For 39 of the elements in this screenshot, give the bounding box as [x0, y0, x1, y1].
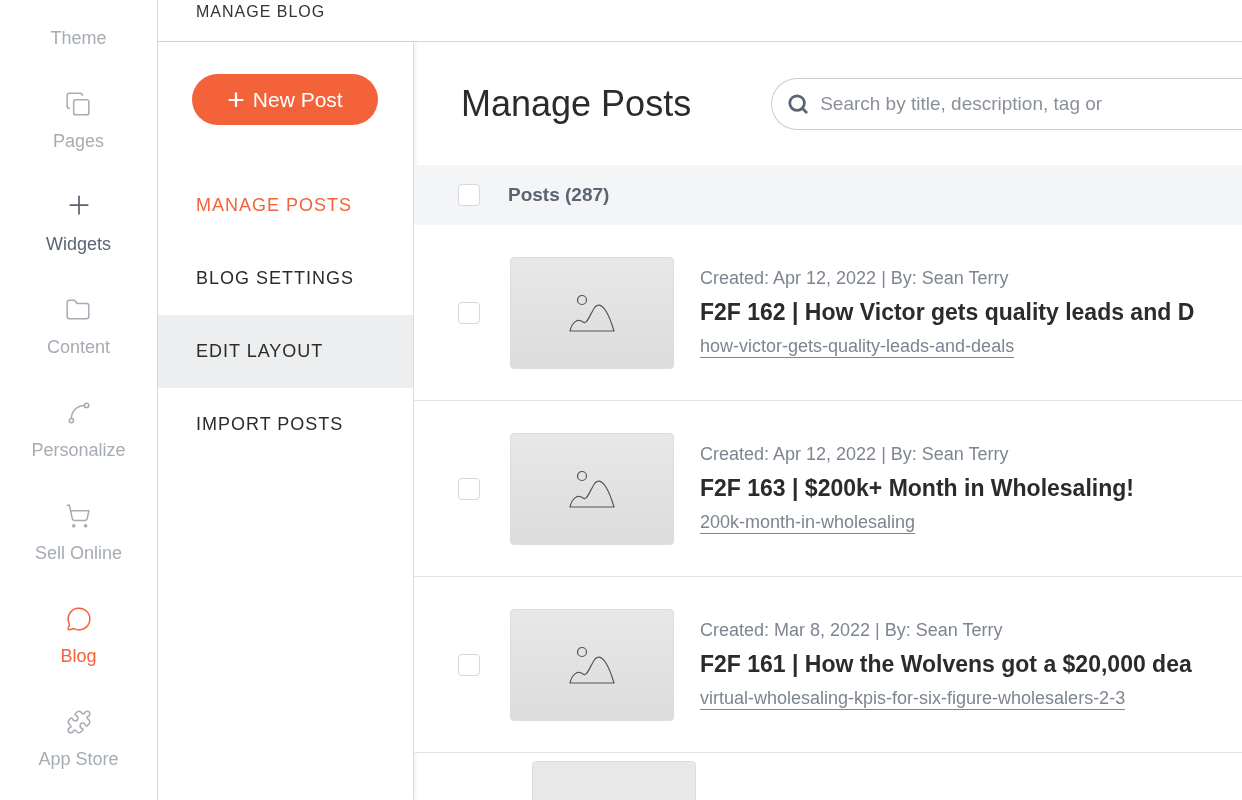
pages-icon[interactable] [65, 91, 92, 117]
search-icon [787, 92, 810, 115]
post-title[interactable]: F2F 162 | How Victor gets quality leads and D [700, 298, 1195, 326]
page-title: Manage Posts [461, 82, 692, 125]
rail-label[interactable]: Sell Online [34, 543, 122, 563]
new-post-button[interactable]: + New Post [192, 74, 378, 125]
rail-label[interactable]: Content [46, 337, 110, 357]
rail-label[interactable]: Widgets [46, 234, 111, 254]
checkbox[interactable] [458, 301, 480, 324]
rail-label[interactable]: Personalize [31, 440, 126, 460]
submenu-item[interactable]: BLOG SETTINGS [158, 242, 413, 315]
image-placeholder-icon [569, 293, 615, 332]
post-title[interactable]: F2F 161 | How the Wolvens got a $20,000 dea [700, 650, 1192, 678]
rail-label[interactable]: App Store [38, 749, 119, 769]
post-slug-link[interactable]: how-victor-gets-quality-leads-and-deals [700, 335, 1015, 358]
submenu-item[interactable]: EDIT LAYOUT [158, 315, 413, 388]
submenu-item[interactable]: IMPORT POSTS [158, 388, 413, 461]
header-title: MANAGE BLOG [196, 3, 326, 21]
checkbox[interactable] [458, 653, 480, 676]
checkbox[interactable] [458, 477, 480, 500]
rail-label[interactable]: Pages [52, 131, 104, 151]
post-title[interactable]: F2F 163 | $200k+ Month in Wholesaling! [700, 474, 1134, 502]
rail-label[interactable]: Theme [50, 28, 107, 48]
submenu-item[interactable]: MANAGE POSTS [158, 169, 413, 242]
post-meta: Created: Apr 12, 2022 | By: Sean Terry [700, 267, 1010, 289]
post-meta: Created: Mar 8, 2022 | By: Sean Terry [700, 619, 1004, 641]
puzzle-icon[interactable] [65, 709, 92, 735]
checkbox[interactable] [458, 184, 480, 206]
cart-icon[interactable] [65, 503, 92, 529]
search-field[interactable]: Search by title, description, tag or [771, 77, 1242, 130]
rail-label[interactable]: Blog [60, 646, 97, 666]
image-placeholder-icon [569, 469, 615, 508]
image-placeholder-icon [569, 645, 615, 684]
post-slug-link[interactable]: 200k-month-in-wholesaling [700, 511, 916, 534]
path-icon[interactable] [65, 400, 92, 426]
posts-count: Posts (287) [508, 184, 610, 206]
chat-bubble-icon[interactable] [65, 606, 92, 632]
post-slug-link[interactable]: virtual-wholesaling-kpis-for-six-figure-wholesalers-2-3 [700, 687, 1126, 710]
post-meta: Created: Apr 12, 2022 | By: Sean Terry [700, 443, 1010, 465]
